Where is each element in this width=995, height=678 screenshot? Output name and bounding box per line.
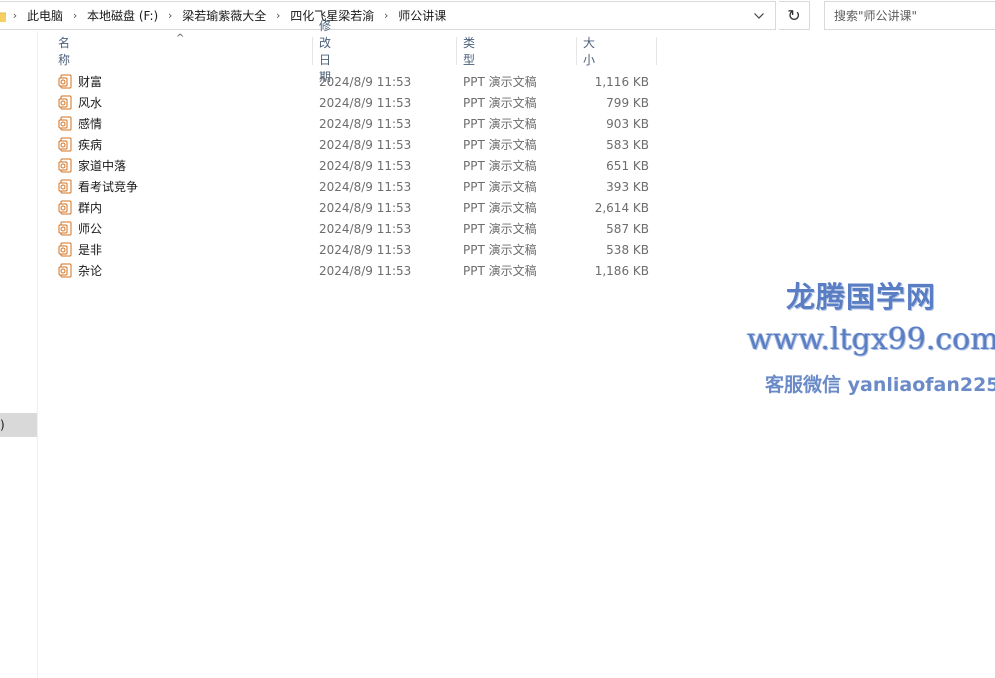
chevron-right-icon[interactable]: › [269, 9, 287, 22]
address-row: › 此电脑 › 本地磁盘 (F:) › 梁若瑜紫薇大全 › 四化飞星梁若渝 › … [0, 0, 995, 31]
file-row[interactable]: 师公 2024/8/9 11:53 PPT 演示文稿 587 KB [50, 218, 660, 239]
file-size: 1,116 KB [594, 74, 649, 89]
file-size: 1,186 KB [594, 263, 649, 278]
file-type: PPT 演示文稿 [463, 243, 537, 257]
file-date: 2024/8/9 11:53 [319, 179, 412, 194]
chevron-right-icon[interactable]: › [377, 9, 395, 22]
breadcrumb: › 此电脑 › 本地磁盘 (F:) › 梁若瑜紫薇大全 › 四化飞星梁若渝 › … [6, 1, 449, 30]
nav-item-selected[interactable]: ) [0, 413, 37, 437]
file-size: 393 KB [606, 179, 649, 194]
file-date: 2024/8/9 11:53 [319, 263, 412, 278]
file-date: 2024/8/9 11:53 [319, 116, 412, 131]
file-row[interactable]: 风水 2024/8/9 11:53 PPT 演示文稿 799 KB [50, 92, 660, 113]
ppt-file-icon [58, 158, 72, 173]
file-row[interactable]: 疾病 2024/8/9 11:53 PPT 演示文稿 583 KB [50, 134, 660, 155]
column-header-type[interactable]: 类型 [463, 36, 475, 67]
ppt-file-icon [58, 221, 72, 236]
watermark-title: 龙腾国学网 [786, 280, 937, 314]
address-bar[interactable]: › 此电脑 › 本地磁盘 (F:) › 梁若瑜紫薇大全 › 四化飞星梁若渝 › … [0, 1, 776, 30]
file-type: PPT 演示文稿 [463, 264, 537, 278]
file-size: 651 KB [606, 158, 649, 173]
search-placeholder: 搜索"师公讲课" [834, 9, 918, 23]
breadcrumb-item[interactable]: 本地磁盘 (F:) [84, 7, 161, 24]
column-header-name[interactable]: 名称 [58, 36, 70, 67]
column-divider[interactable] [456, 37, 457, 65]
file-date: 2024/8/9 11:53 [319, 95, 412, 110]
file-size: 903 KB [606, 116, 649, 131]
file-name: 群内 [78, 201, 103, 215]
file-name: 疾病 [78, 138, 103, 152]
file-row[interactable]: 家道中落 2024/8/9 11:53 PPT 演示文稿 651 KB [50, 155, 660, 176]
sort-ascending-icon: ^ [176, 33, 185, 44]
file-date: 2024/8/9 11:53 [319, 200, 412, 215]
file-row[interactable]: 感情 2024/8/9 11:53 PPT 演示文稿 903 KB [50, 113, 660, 134]
file-row[interactable]: 杂论 2024/8/9 11:53 PPT 演示文稿 1,186 KB [50, 260, 660, 281]
breadcrumb-item[interactable]: 梁若瑜紫薇大全 [179, 7, 269, 24]
refresh-button[interactable]: ↻ [779, 1, 810, 30]
file-date: 2024/8/9 11:53 [319, 74, 412, 89]
file-date: 2024/8/9 11:53 [319, 158, 412, 173]
file-date: 2024/8/9 11:53 [319, 137, 412, 152]
file-name: 风水 [78, 96, 103, 110]
file-type: PPT 演示文稿 [463, 222, 537, 236]
breadcrumb-item[interactable]: 此电脑 [24, 7, 66, 24]
file-date: 2024/8/9 11:53 [319, 221, 412, 236]
file-row[interactable]: 是非 2024/8/9 11:53 PPT 演示文稿 538 KB [50, 239, 660, 260]
file-size: 583 KB [606, 137, 649, 152]
watermark-contact: 客服微信 yanliaofan225 [765, 374, 995, 396]
file-name: 是非 [78, 243, 103, 257]
file-row[interactable]: 看考试竞争 2024/8/9 11:53 PPT 演示文稿 393 KB [50, 176, 660, 197]
file-date: 2024/8/9 11:53 [319, 242, 412, 257]
file-type: PPT 演示文稿 [463, 96, 537, 110]
file-size: 587 KB [606, 221, 649, 236]
column-divider[interactable] [576, 37, 577, 65]
ppt-file-icon [58, 263, 72, 278]
ppt-file-icon [58, 74, 72, 89]
breadcrumb-item[interactable]: 师公讲课 [395, 7, 449, 24]
file-type: PPT 演示文稿 [463, 138, 537, 152]
file-size: 799 KB [606, 95, 649, 110]
navigation-pane[interactable]: ) [0, 31, 38, 678]
file-type: PPT 演示文稿 [463, 75, 537, 89]
nav-item-label: ) [0, 418, 5, 432]
search-input[interactable]: 搜索"师公讲课" [824, 1, 995, 30]
file-name: 家道中落 [78, 159, 127, 173]
ppt-file-icon [58, 200, 72, 215]
chevron-right-icon[interactable]: › [6, 9, 24, 22]
file-row[interactable]: 财富 2024/8/9 11:53 PPT 演示文稿 1,116 KB [50, 71, 660, 92]
file-size: 2,614 KB [594, 200, 649, 215]
column-header-size[interactable]: 大小 [583, 36, 595, 67]
ppt-file-icon [58, 116, 72, 131]
file-type: PPT 演示文稿 [463, 159, 537, 173]
column-header-date[interactable]: 修改日期 [319, 19, 331, 84]
file-size: 538 KB [606, 242, 649, 257]
ppt-file-icon [58, 95, 72, 110]
file-type: PPT 演示文稿 [463, 117, 537, 131]
chevron-down-icon[interactable] [745, 2, 773, 29]
ppt-file-icon [58, 137, 72, 152]
chevron-right-icon[interactable]: › [66, 9, 84, 22]
file-row[interactable]: 群内 2024/8/9 11:53 PPT 演示文稿 2,614 KB [50, 197, 660, 218]
ppt-file-icon [58, 179, 72, 194]
column-divider[interactable] [312, 37, 313, 65]
watermark-url: www.ltgx99.com [747, 322, 995, 357]
breadcrumb-item[interactable]: 四化飞星梁若渝 [287, 7, 377, 24]
file-name: 感情 [78, 117, 103, 131]
file-type: PPT 演示文稿 [463, 180, 537, 194]
file-name: 师公 [78, 222, 103, 236]
ppt-file-icon [58, 242, 72, 257]
refresh-icon: ↻ [787, 6, 801, 25]
file-name: 杂论 [78, 264, 103, 278]
file-name: 看考试竞争 [78, 180, 139, 194]
file-name: 财富 [78, 75, 103, 89]
file-type: PPT 演示文稿 [463, 201, 537, 215]
column-divider[interactable] [656, 37, 657, 65]
chevron-right-icon[interactable]: › [161, 9, 179, 22]
